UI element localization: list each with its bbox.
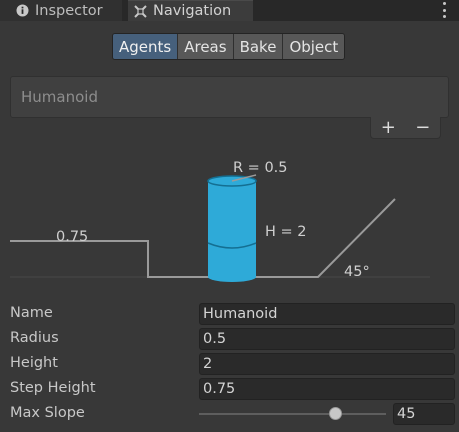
tab-label: Navigation — [153, 3, 232, 19]
radius-field[interactable]: 0.5 — [199, 328, 455, 350]
step-label: 0.75 — [56, 229, 88, 245]
navigation-mode-toolbar: Agents Areas Bake Object — [112, 33, 346, 60]
max-slope-slider-track[interactable] — [199, 413, 386, 415]
tab-bar: Inspector Navigation — [0, 0, 459, 21]
max-slope-slider-thumb[interactable] — [329, 407, 342, 420]
add-agent-button[interactable]: + — [378, 118, 398, 137]
info-icon — [16, 4, 29, 17]
areas-button[interactable]: Areas — [178, 34, 234, 59]
name-label: Name — [10, 305, 53, 321]
radius-field-label: Radius — [10, 330, 59, 346]
tab-label: Inspector — [35, 2, 103, 19]
radius-row: Radius 0.5 — [0, 327, 459, 350]
slope-label: 45° — [344, 264, 370, 280]
agents-button[interactable]: Agents — [113, 34, 179, 59]
name-field[interactable]: Humanoid — [199, 303, 455, 325]
agent-cylinder — [207, 175, 257, 282]
tab-inspector[interactable]: Inspector — [0, 0, 122, 21]
height-field-label: Height — [10, 355, 58, 371]
height-row: Height 2 — [0, 352, 459, 375]
object-button[interactable]: Object — [283, 34, 345, 59]
radius-label: R = 0.5 — [233, 160, 288, 176]
agent-list: Humanoid — [10, 76, 449, 118]
step-height-row: Step Height 0.75 — [0, 377, 459, 400]
max-slope-row: Max Slope 45 — [0, 402, 459, 425]
bake-button[interactable]: Bake — [233, 34, 284, 59]
height-label: H = 2 — [265, 224, 307, 240]
tab-navigation[interactable]: Navigation — [128, 0, 253, 21]
agent-diagram: R = 0.5 H = 2 0.75 45° — [10, 160, 430, 282]
step-height-label: Step Height — [10, 380, 96, 396]
list-footer: + − — [370, 117, 441, 139]
height-field[interactable]: 2 — [199, 353, 455, 375]
remove-agent-button[interactable]: − — [413, 118, 433, 137]
more-options-icon[interactable] — [441, 2, 447, 18]
step-height-field[interactable]: 0.75 — [199, 378, 455, 400]
navigation-icon — [134, 4, 147, 18]
list-item[interactable]: Humanoid — [21, 88, 98, 106]
max-slope-label: Max Slope — [10, 405, 85, 421]
name-row: Name Humanoid — [0, 302, 459, 325]
max-slope-field[interactable]: 45 — [393, 403, 455, 425]
